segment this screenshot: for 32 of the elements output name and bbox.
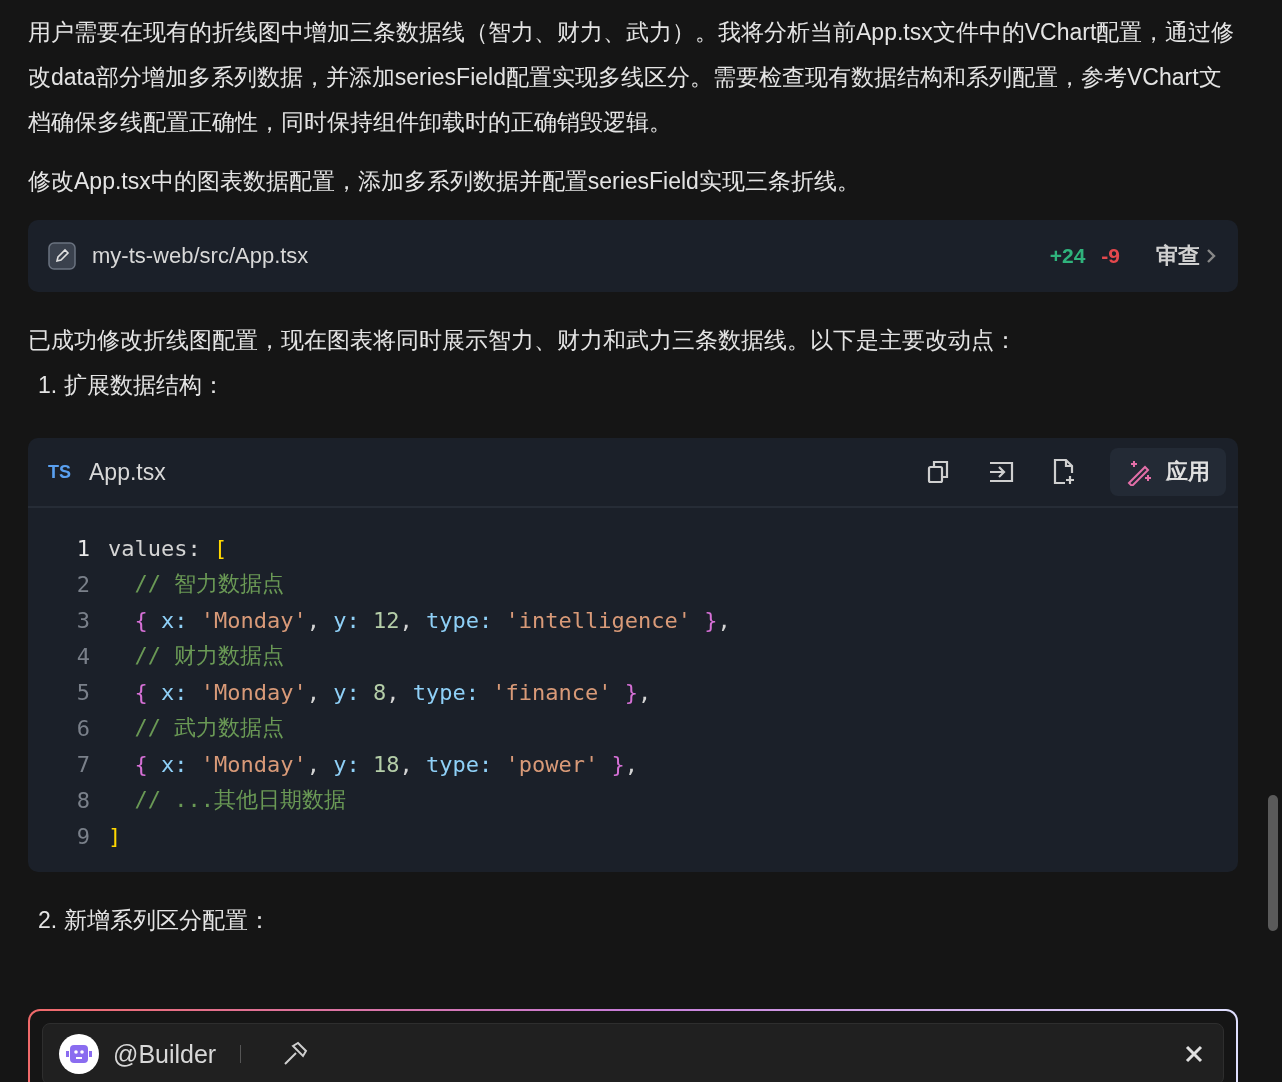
code-line: values: [: [108, 535, 228, 561]
code-line: // ...其他日期数据: [133, 786, 346, 814]
file-path: my-ts-web/src/App.tsx: [92, 243, 310, 269]
code-line: ]: [108, 823, 122, 849]
code-line: // 智力数据点: [133, 570, 285, 598]
added-count: +24: [1049, 244, 1086, 268]
line-number: 4: [75, 643, 91, 669]
line-number: 9: [75, 823, 91, 849]
code-line: { x: 'Monday', y: 8, type: 'finance' },: [133, 679, 652, 705]
code-line: { x: 'Monday', y: 12, type: 'intelligence' },: [133, 607, 731, 633]
list-item: 2. 新增系列区分配置：: [37, 906, 272, 935]
paragraph: 用户需要在现有的折线图中增加三条数据线（智力、财力、武力）。我将分析当前App.tsx文件中的VChart配置，通过修改data部分增加多系列数据，并添加seriesField配置实现多线区分。需要检查现有数据结构和系列配置，参考VChart文档确保多线配置正确性，同时保持组件卸载时的正确销毁逻辑。: [28, 18, 1236, 137]
file-change-card[interactable]: my-ts-web/src/App.tsx +24 -9 审查: [28, 220, 1238, 292]
removed-count: -9: [1101, 244, 1120, 268]
code-line: { x: 'Monday', y: 18, type: 'power' },: [133, 751, 638, 777]
review-button[interactable]: 审查: [1156, 241, 1218, 271]
line-number: 2: [75, 571, 91, 597]
line-number: 5: [75, 679, 91, 705]
line-number: 8: [75, 787, 91, 813]
list-item: 1. 扩展数据结构：: [37, 371, 226, 400]
line-number: 7: [75, 751, 91, 777]
language-label: TS: [48, 461, 71, 483]
line-number: 1: [75, 535, 91, 561]
apply-button[interactable]: 应用: [1110, 448, 1226, 496]
code-line: // 财力数据点: [133, 642, 285, 670]
agent-mention[interactable]: @Builder: [113, 1039, 217, 1069]
line-number: 3: [75, 607, 91, 633]
file-name: App.tsx: [89, 458, 167, 486]
paragraph: 修改App.tsx中的图表数据配置，添加多系列数据并配置seriesField实现三条折线。: [28, 167, 861, 196]
paragraph: 已成功修改折线图配置，现在图表将同时展示智力、财力和武力三条数据线。以下是主要改动点：: [28, 326, 1018, 355]
line-number: 6: [75, 715, 91, 741]
code-line: // 武力数据点: [133, 714, 285, 742]
